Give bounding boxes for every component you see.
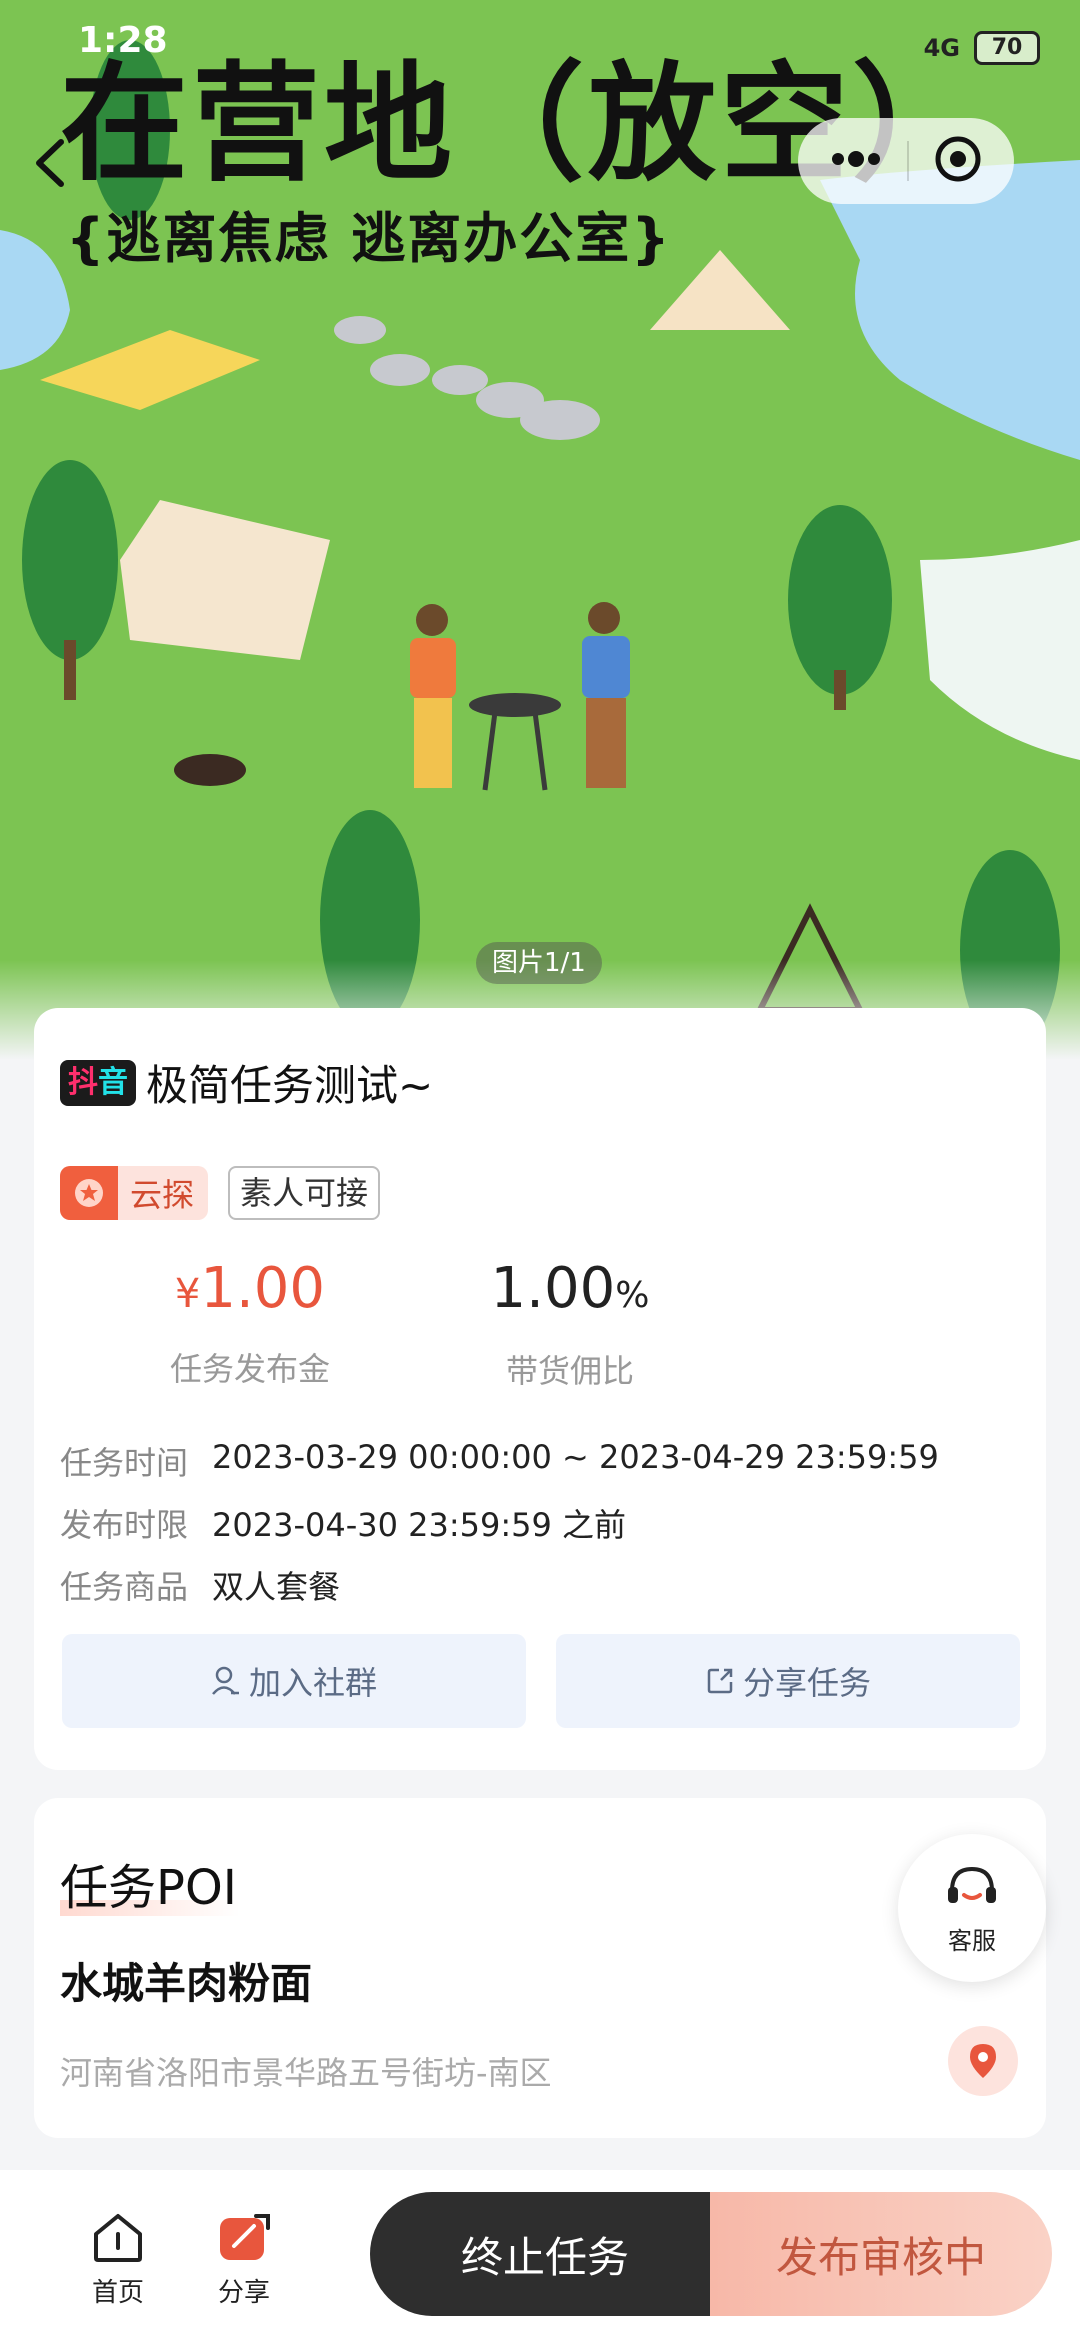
- share-task-button[interactable]: 分享任务: [556, 1634, 1020, 1728]
- poi-address: 河南省洛阳市景华路五号街坊-南区: [60, 2054, 552, 2092]
- poi-section-title: 任务POI: [60, 1848, 240, 1918]
- commission-rate-label: 带货佣比: [505, 1352, 634, 1390]
- location-pin-icon: [970, 2044, 996, 2078]
- share-task-label: 分享任务: [742, 1664, 871, 1702]
- info-time-value: 2023-03-29 00:00:00 ~ 2023-04-29 23:59:5…: [212, 1438, 939, 1476]
- bottom-action-bar: 首页 分享 终止任务 发布审核中: [0, 2170, 1080, 2340]
- tag-amateur: 素人可接: [228, 1166, 381, 1220]
- customer-service-label: 客服: [948, 1926, 996, 1955]
- stat-commission-rate: 1.00% 带货佣比: [440, 1253, 700, 1392]
- task-fee-value: ¥1.00: [174, 1256, 326, 1321]
- info-product-label: 任务商品: [60, 1568, 189, 1606]
- more-button[interactable]: [828, 149, 884, 173]
- close-mini-program-button[interactable]: [932, 133, 984, 189]
- headset-icon: [948, 1866, 996, 1903]
- more-dots-icon: [831, 151, 880, 167]
- info-deadline-value: 2023-04-30 23:59:59 之前: [212, 1506, 627, 1544]
- nav-share-label: 分享: [217, 2278, 270, 2308]
- tag-cloud-explore: 云探: [60, 1166, 209, 1220]
- back-button[interactable]: [16, 128, 86, 198]
- nav-share[interactable]: 分享: [194, 2212, 294, 2309]
- info-row-time: 任务时间 2023-03-29 00:00:00 ~ 2023-04-29 23…: [60, 1438, 939, 1484]
- status-time: 1:28: [78, 20, 168, 61]
- task-title: 极简任务测试~: [146, 1061, 434, 1110]
- nav-home[interactable]: 首页: [68, 2212, 168, 2309]
- douyin-badge: 抖音: [60, 1059, 136, 1106]
- target-icon: [935, 136, 981, 182]
- info-row-product: 任务商品 双人套餐: [60, 1562, 340, 1608]
- status-icons: 4G 70: [924, 20, 1040, 76]
- task-card: 抖音 极简任务测试~ 云探 素人可接 ¥1.00 任务发布金 1.00% 带货佣…: [34, 1008, 1046, 1770]
- medal-icon: [60, 1166, 118, 1220]
- customer-service-button[interactable]: 客服: [898, 1834, 1046, 1982]
- task-tags: 云探 素人可接: [60, 1166, 381, 1220]
- mini-program-capsule: [798, 118, 1014, 204]
- image-counter: 图片1/1: [476, 942, 602, 984]
- back-arrow-icon: [36, 139, 64, 187]
- hero-subtitle: {逃离焦虑 逃离办公室}: [66, 207, 672, 270]
- user-icon: [212, 1666, 239, 1695]
- tag-cloud-label: 云探: [130, 1176, 195, 1214]
- home-icon: [94, 2214, 142, 2262]
- info-row-deadline: 发布时限 2023-04-30 23:59:59 之前: [60, 1500, 626, 1546]
- commission-rate-value: 1.00%: [490, 1256, 650, 1321]
- join-group-label: 加入社群: [248, 1664, 377, 1702]
- task-fee-label: 任务发布金: [169, 1350, 330, 1388]
- info-time-label: 任务时间: [60, 1444, 189, 1482]
- info-deadline-label: 发布时限: [60, 1506, 189, 1544]
- poi-location-button[interactable]: [948, 2026, 1018, 2096]
- battery-indicator: 70: [974, 31, 1040, 65]
- poi-name: 水城羊肉粉面: [60, 1959, 313, 2008]
- end-task-button[interactable]: 终止任务: [370, 2192, 720, 2316]
- info-product-value: 双人套餐: [212, 1568, 341, 1606]
- share-external-icon: [707, 1668, 733, 1694]
- poi-card: 任务POI 水城羊肉粉面 河南省洛阳市景华路五号街坊-南区: [34, 1798, 1046, 2138]
- network-indicator: 4G: [923, 34, 960, 62]
- capsule-divider: [906, 141, 909, 181]
- share-icon: [220, 2214, 270, 2260]
- review-status-button[interactable]: 发布审核中: [710, 2192, 1052, 2316]
- nav-home-label: 首页: [91, 2278, 144, 2308]
- stat-task-fee: ¥1.00 任务发布金: [120, 1253, 380, 1390]
- join-group-button[interactable]: 加入社群: [62, 1634, 526, 1728]
- hero-banner[interactable]: 在营地（放空） {逃离焦虑 逃离办公室} 1:28 4G 70 图片1/1: [0, 0, 1080, 1060]
- task-header: 抖音 极简任务测试~: [60, 1052, 433, 1113]
